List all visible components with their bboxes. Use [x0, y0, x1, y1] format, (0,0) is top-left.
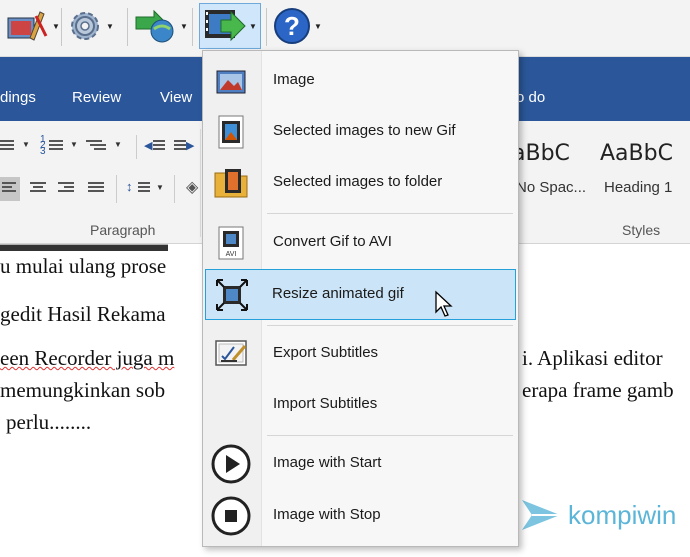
- menu-item-image-with-start[interactable]: Image with Start: [205, 440, 516, 488]
- menu-separator: [267, 435, 513, 436]
- folder-icon: [214, 169, 248, 198]
- export-dropdown-menu: Image Selected images to new Gif Selecte…: [202, 50, 519, 547]
- menu-item-selected-images-to-folder[interactable]: Selected images to folder: [205, 159, 516, 207]
- document-line: gedit Hasil Rekama: [0, 302, 166, 326]
- menu-item-label: Import Subtitles: [273, 395, 378, 412]
- menu-item-label: Selected images to folder: [273, 173, 443, 190]
- help-icon: ?: [274, 8, 310, 44]
- chevron-down-icon: ▼: [249, 21, 257, 31]
- movie-export-button[interactable]: ▼: [199, 3, 261, 49]
- align-left-button[interactable]: [0, 177, 20, 201]
- menu-item-import-subtitles[interactable]: Import Subtitles: [205, 381, 516, 429]
- style-name-no-spacing: No Spac...: [516, 179, 587, 196]
- settings-button[interactable]: ▼: [66, 6, 114, 46]
- watermark: kompiwin: [520, 498, 676, 532]
- line-spacing-button[interactable]: ↕ ▼: [126, 177, 166, 201]
- chevron-down-icon: ▼: [180, 21, 188, 31]
- export-button[interactable]: ▼: [132, 6, 188, 46]
- image-editor-button[interactable]: ▼: [6, 6, 60, 46]
- toolbar: ▼ ▼ ▼ ▼ ? ▼: [0, 0, 690, 57]
- style-sample-heading-1[interactable]: AaBbC: [600, 141, 673, 166]
- play-icon: [211, 444, 251, 484]
- document-line: erapa frame gamb: [522, 378, 674, 402]
- decrease-indent-button[interactable]: ◀: [144, 137, 166, 157]
- chevron-down-icon: ▼: [314, 21, 322, 31]
- tab-mailings[interactable]: dings: [0, 89, 36, 106]
- increase-indent-button[interactable]: ▶: [174, 137, 196, 157]
- menu-item-image[interactable]: Image: [205, 57, 516, 105]
- shading-icon[interactable]: ◈: [186, 177, 198, 197]
- align-right-button[interactable]: [56, 177, 76, 201]
- chevron-down-icon: ▼: [22, 140, 30, 149]
- image-icon: [216, 70, 246, 94]
- menu-item-label: Image: [273, 71, 315, 88]
- bullets-button[interactable]: ▼: [0, 137, 34, 157]
- menu-item-label: Export Subtitles: [273, 344, 379, 361]
- style-name-heading-1: Heading 1: [604, 179, 673, 196]
- mouse-pointer-icon: [435, 290, 453, 317]
- svg-text:AVI: AVI: [226, 251, 237, 258]
- styles-group-label: Styles: [622, 222, 661, 238]
- chevron-down-icon: ▼: [106, 21, 114, 31]
- export-icon: [135, 9, 174, 43]
- export-subtitles-icon: [215, 340, 247, 366]
- tab-tell-me[interactable]: o do: [516, 89, 545, 106]
- chevron-down-icon: ▼: [156, 183, 164, 192]
- menu-item-selected-images-to-new-gif[interactable]: Selected images to new Gif: [205, 108, 516, 156]
- style-sample-no-spacing[interactable]: aBbC: [512, 141, 570, 166]
- chevron-down-icon: ▼: [114, 140, 122, 149]
- chevron-down-icon: ▼: [52, 21, 60, 31]
- watermark-text: kompiwin: [568, 499, 677, 530]
- movie-icon: [205, 10, 246, 42]
- multilevel-list-button[interactable]: ▼: [86, 137, 126, 157]
- menu-item-convert-gif-to-avi[interactable]: AVI Convert Gif to AVI: [205, 219, 516, 267]
- svg-text:?: ?: [284, 11, 300, 41]
- menu-item-image-with-stop[interactable]: Image with Stop: [205, 492, 516, 540]
- resize-icon: [216, 279, 248, 311]
- gear-icon: [71, 12, 99, 40]
- tab-review[interactable]: Review: [72, 89, 121, 106]
- document-line: perlu........: [6, 410, 92, 434]
- align-center-button[interactable]: [28, 177, 48, 201]
- menu-item-label: Image with Stop: [273, 506, 381, 523]
- help-button[interactable]: ? ▼: [272, 6, 322, 46]
- document-line: u mulai ulang prose: [0, 254, 167, 278]
- chevron-down-icon: ▼: [70, 140, 78, 149]
- justify-button[interactable]: [86, 177, 106, 201]
- menu-item-label: Selected images to new Gif: [273, 122, 456, 139]
- film-strip-icon: [218, 115, 244, 149]
- kompiwin-logo-icon: [522, 500, 560, 530]
- avi-file-icon: AVI: [218, 226, 244, 260]
- menu-item-resize-animated-gif[interactable]: Resize animated gif: [205, 269, 516, 320]
- menu-item-export-subtitles[interactable]: Export Subtitles: [205, 330, 516, 378]
- image-editor-icon: [7, 11, 48, 41]
- document-line: een Recorder juga m: [0, 346, 175, 370]
- menu-separator: [267, 213, 513, 214]
- document-line: i. Aplikasi editor: [522, 346, 663, 370]
- menu-item-label: Convert Gif to AVI: [273, 233, 392, 250]
- menu-item-label: Resize animated gif: [272, 285, 404, 302]
- menu-item-label: Image with Start: [273, 454, 382, 471]
- menu-separator: [267, 325, 513, 326]
- tab-view[interactable]: View: [160, 89, 192, 106]
- stop-icon: [211, 496, 251, 536]
- document-line: memungkinkan sob: [0, 378, 166, 402]
- numbering-button[interactable]: 123 ▼: [40, 135, 80, 157]
